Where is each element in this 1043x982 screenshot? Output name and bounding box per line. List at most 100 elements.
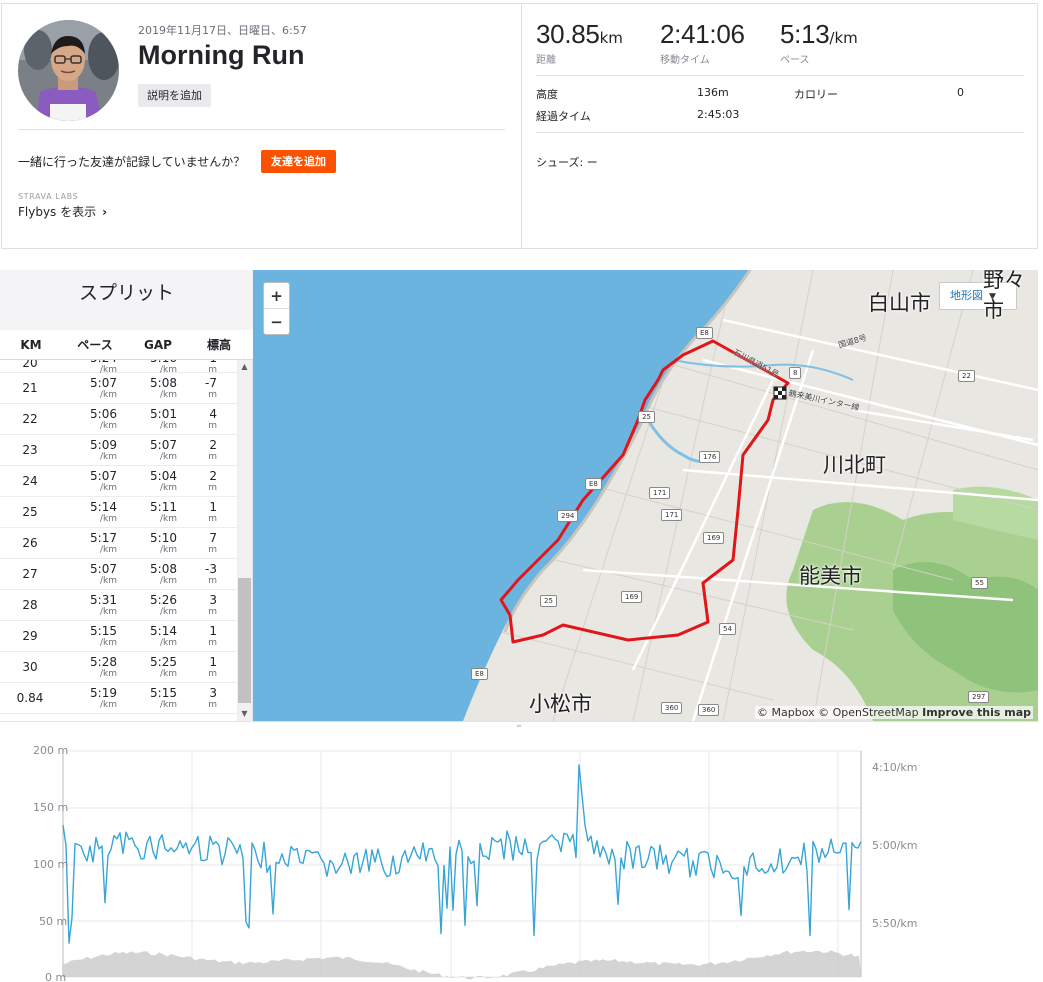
- header-pace: ペース: [77, 338, 113, 352]
- split-row[interactable]: 21 5:07 /km 5:08 /km -7 m: [0, 373, 237, 404]
- road-shield: 55: [971, 577, 988, 589]
- split-elev: 1 m: [177, 500, 237, 524]
- activity-title[interactable]: Morning Run: [138, 40, 304, 71]
- improve-map-link[interactable]: Improve this map: [922, 706, 1031, 719]
- split-elev: 1 m: [177, 655, 237, 679]
- road-shield: 171: [661, 509, 683, 521]
- split-gap-value: 5:25: [150, 655, 177, 669]
- split-pace-value: 5:06: [90, 407, 117, 421]
- split-pace-value: 5:31: [90, 593, 117, 607]
- scroll-down-arrow-icon[interactable]: ▼: [237, 707, 252, 721]
- city-label-nonoichi: 野々市: [983, 270, 1025, 322]
- split-row[interactable]: 205:24 /km5:16 /km1 m: [0, 360, 237, 375]
- map-canvas: [253, 270, 1038, 721]
- split-gap: 5:10 /km: [117, 531, 177, 555]
- friends-question: 一緒に行った友達が記録していませんか？: [18, 155, 246, 169]
- split-pace-value: 5:07: [90, 469, 117, 483]
- split-row[interactable]: 28 5:31 /km 5:26 /km 3 m: [0, 590, 237, 621]
- split-pace-value: 5:09: [90, 438, 117, 452]
- calories-label: カロリー: [794, 88, 838, 101]
- split-pace-unit: /km: [99, 483, 117, 493]
- split-km: 28: [22, 598, 38, 612]
- split-elev: 3 m: [177, 593, 237, 617]
- split-elev-unit: m: [208, 390, 217, 400]
- splits-table-body[interactable]: 205:24 /km5:16 /km1 m215:07 /km5:08 /km-…: [0, 360, 237, 721]
- stat-distance: 30.85km 距離: [536, 19, 623, 66]
- resize-handle[interactable]: ═: [0, 721, 1038, 730]
- split-row[interactable]: 24 5:07 /km 5:04 /km 2 m: [0, 466, 237, 497]
- flybys-label: Flybys を表示: [18, 205, 97, 219]
- elevation-area: [63, 950, 861, 980]
- stat-moving-time: 2:41:06 移動タイム: [660, 19, 745, 66]
- road-shield: E8: [585, 478, 602, 490]
- split-row[interactable]: 30 5:28 /km 5:25 /km 1 m: [0, 652, 237, 683]
- split-gap: 5:08 /km: [117, 562, 177, 586]
- split-gap: 5:08 /km: [117, 376, 177, 400]
- road-shield: 25: [540, 595, 557, 607]
- split-gap-value: 5:11: [150, 500, 177, 514]
- split-gap-value: 5:08: [150, 376, 177, 390]
- splits-title: スプリット: [0, 270, 253, 330]
- split-elev-unit: m: [208, 607, 217, 617]
- split-elev-unit: m: [208, 576, 217, 586]
- split-gap-value: 5:07: [150, 438, 177, 452]
- road-shield: 294: [557, 510, 579, 522]
- add-description-button[interactable]: 説明を追加: [138, 84, 211, 107]
- split-row[interactable]: 22 5:06 /km 5:01 /km 4 m: [0, 404, 237, 435]
- activity-header: 2019年11月17日、日曜日、6:57 Morning Run 説明を追加 一…: [2, 4, 521, 248]
- pace-label: ペース: [780, 55, 810, 66]
- header-gap: GAP: [144, 337, 172, 352]
- header-elev: 標高: [206, 338, 231, 352]
- scroll-up-arrow-icon[interactable]: ▲: [237, 360, 252, 374]
- route-map[interactable]: + − 地形図 ▼ 白山市 野々市 川北町 能美市 小松市 国道8号 石川県道51…: [253, 270, 1038, 721]
- road-shield: 171: [649, 487, 671, 499]
- road-shield: 22: [958, 370, 975, 382]
- pace-value: 5:13: [780, 19, 830, 49]
- distance-value: 30.85: [536, 19, 600, 49]
- split-pace-unit: /km: [99, 638, 117, 648]
- attribution-text[interactable]: © Mapbox © OpenStreetMap: [757, 706, 919, 719]
- split-pace: 5:14 /km: [60, 500, 117, 524]
- split-row[interactable]: 29 5:15 /km 5:14 /km 1 m: [0, 621, 237, 652]
- split-row[interactable]: 25 5:14 /km 5:11 /km 1 m: [0, 497, 237, 528]
- flybys-link[interactable]: Flybys を表示 ›: [18, 203, 107, 220]
- split-row[interactable]: 0.84 5:19 /km 5:15 /km 3 m: [0, 683, 237, 714]
- split-elev-unit: m: [208, 514, 217, 524]
- y-right-tick: 5:50/km: [872, 917, 918, 930]
- split-elev-unit: m: [208, 638, 217, 648]
- split-km: 26: [22, 536, 38, 550]
- activity-stats: 30.85km 距離 2:41:06 移動タイム 5:13/km ペース 高度 …: [521, 4, 1037, 248]
- split-gap: 5:14 /km: [117, 624, 177, 648]
- split-pace: 5:15 /km: [60, 624, 117, 648]
- splits-scrollbar[interactable]: ▲ ▼: [237, 360, 252, 721]
- divider: [18, 129, 505, 130]
- split-elev: 1 m: [177, 624, 237, 648]
- shoes-info: シューズ: ー: [536, 156, 598, 169]
- split-gap-value: 5:26: [150, 593, 177, 607]
- split-pace: 5:19 /km: [60, 686, 117, 710]
- map-attribution[interactable]: © Mapbox © OpenStreetMap Improve this ma…: [755, 706, 1033, 719]
- pace-unit: /km: [829, 29, 858, 47]
- scroll-thumb[interactable]: [238, 578, 251, 703]
- activity-date: 2019年11月17日、日曜日、6:57: [138, 24, 307, 37]
- split-km: 24: [22, 474, 38, 488]
- split-row[interactable]: 27 5:07 /km 5:08 /km -3 m: [0, 559, 237, 590]
- add-friends-button[interactable]: 友達を追加: [261, 150, 336, 173]
- split-gap-value: 5:01: [150, 407, 177, 421]
- split-pace-unit: /km: [99, 514, 117, 524]
- split-elev-value: 7: [209, 531, 217, 545]
- split-pace-value: 5:15: [90, 624, 117, 638]
- y-left-tick: 0 m: [45, 971, 67, 982]
- split-gap-unit: /km: [159, 545, 177, 555]
- split-gap: 5:04 /km: [117, 469, 177, 493]
- zoom-out-button[interactable]: −: [264, 309, 289, 335]
- split-pace: 5:31 /km: [60, 593, 117, 617]
- split-row[interactable]: 23 5:09 /km 5:07 /km 2 m: [0, 435, 237, 466]
- split-row[interactable]: 26 5:17 /km 5:10 /km 7 m: [0, 528, 237, 559]
- split-pace-unit: /km: [99, 607, 117, 617]
- road-shield: 8: [789, 367, 802, 379]
- avatar[interactable]: [18, 20, 119, 121]
- road-shield: 297: [968, 691, 990, 703]
- elevation-pace-chart[interactable]: 200 m 150 m 100 m 50 m 0 m 4:10/km 5:00/…: [0, 730, 1043, 982]
- zoom-in-button[interactable]: +: [264, 283, 289, 309]
